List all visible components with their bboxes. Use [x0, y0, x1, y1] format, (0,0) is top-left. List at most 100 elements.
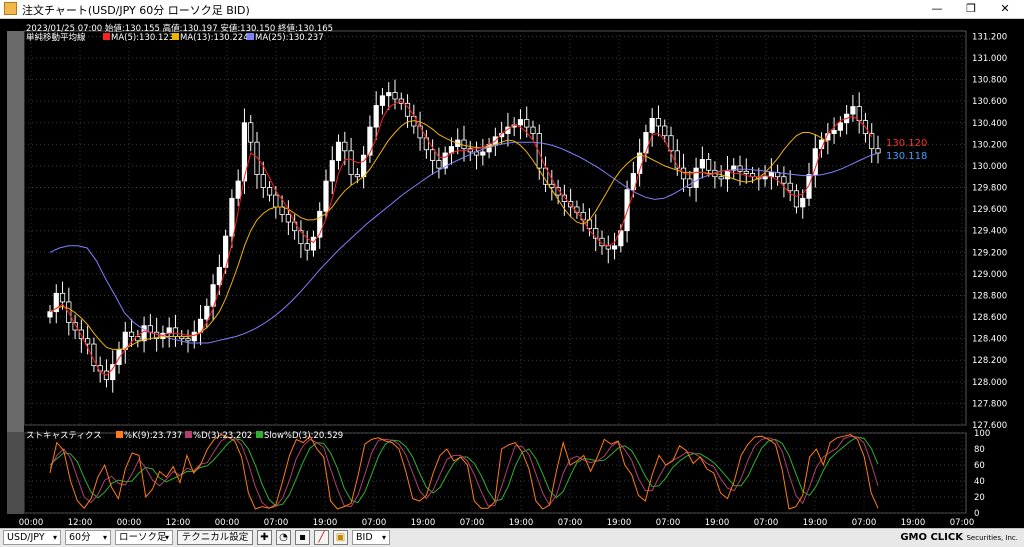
candle-body [856, 106, 862, 121]
timeframe-select[interactable]: 60分 ▾ [65, 530, 111, 545]
ma25-line [49, 141, 879, 344]
currency-pair-select[interactable]: USD/JPY ▾ [3, 530, 61, 545]
candle-body [699, 159, 705, 169]
time-tick-label: 07:00 [852, 518, 877, 526]
clock-icon[interactable]: ◔ [276, 530, 291, 545]
candle-body [166, 327, 172, 334]
timeframe-value: 60分 [69, 532, 91, 543]
window-titlebar: 注文チャート(USD/JPY 60分 ローソク足 BID) — ❐ ✕ [0, 0, 1024, 19]
candle-body [530, 126, 536, 134]
time-tick-label: 07:00 [362, 518, 387, 526]
crosshair-icon[interactable]: ✚ [257, 530, 272, 545]
restore-button[interactable]: ❐ [954, 0, 988, 18]
candle-body [461, 139, 467, 150]
candle-body [323, 180, 329, 212]
chevron-down-icon: ▾ [52, 533, 57, 542]
ma13-swatch [172, 33, 179, 40]
minimize-button[interactable]: — [920, 0, 954, 18]
candle-body [116, 349, 122, 365]
stoch-tick-label: 80 [974, 445, 985, 455]
time-tick-label: 07:00 [950, 518, 975, 526]
time-tick-label: 07:00 [264, 518, 289, 526]
candle-body [379, 95, 386, 106]
close-button[interactable]: ✕ [988, 0, 1022, 18]
price-tick-label: 129.400 [972, 227, 1007, 237]
candle-body [668, 135, 674, 152]
time-tick-label: 19:00 [803, 518, 828, 526]
time-tick-label: 00:00 [117, 518, 142, 526]
technical-settings-button[interactable]: テクニカル設定 [177, 530, 253, 545]
candle-body [329, 160, 335, 182]
chart-area[interactable]: 131.200 131.000 130.800 130.600 130.400 130.2… [0, 19, 1024, 528]
candle-body [348, 150, 354, 175]
price-tick-label: 128.600 [972, 313, 1007, 323]
candle-body [875, 148, 881, 154]
time-tick-label: 07:00 [754, 518, 779, 526]
candle-body [869, 133, 875, 150]
candle-body [373, 105, 379, 128]
candle-body [643, 132, 649, 154]
price-tick-label: 131.000 [972, 54, 1007, 64]
chart-canvas[interactable]: 131.200 131.000 130.800 130.600 130.400 130.2… [0, 19, 1024, 528]
time-tick-label: 07:00 [558, 518, 583, 526]
candle-body [128, 331, 135, 337]
candle-body [743, 170, 749, 174]
price-tick-label: 130.200 [972, 140, 1007, 150]
stoch-tick-label: 100 [974, 429, 990, 439]
candle-body [361, 154, 367, 178]
candle-body [235, 180, 241, 199]
candle-body [655, 118, 662, 127]
candle-body [185, 338, 191, 342]
candle-body [480, 151, 486, 156]
candle-body [524, 119, 530, 128]
candle-body [812, 148, 818, 175]
time-tick-label: 00:00 [19, 518, 44, 526]
candle-body [191, 331, 197, 342]
candle-body [141, 325, 147, 342]
candle-body [806, 174, 812, 199]
candle-body [706, 159, 712, 171]
candle-body [304, 243, 310, 251]
chart-type-select[interactable]: ローソク足 ▾ [115, 530, 173, 545]
time-tick-label: 19:00 [607, 518, 632, 526]
chart-type-value: ローソク足 [119, 532, 167, 543]
price-tick-label: 130.600 [972, 97, 1007, 107]
time-tick-label: 19:00 [313, 518, 338, 526]
candle-body [787, 182, 793, 192]
candle-body [781, 176, 787, 184]
comment-icon[interactable]: ▪ [295, 530, 310, 545]
time-tick-label: 12:00 [68, 518, 93, 526]
image-icon[interactable]: ▣ [333, 530, 348, 545]
stoch-scroll-handle[interactable] [7, 432, 24, 514]
candle-body [273, 194, 279, 208]
price-tick-label: 130.000 [972, 162, 1007, 172]
candle-body [837, 122, 843, 131]
candle-body [517, 119, 524, 126]
price-tick-label: 129.800 [972, 184, 1007, 194]
candle-body [367, 126, 373, 156]
price-tick-label: 128.000 [972, 378, 1007, 388]
time-tick-label: 07:00 [656, 518, 681, 526]
candle-body [342, 141, 348, 152]
stoch-tick-label: 20 [974, 493, 985, 503]
d-swatch [185, 431, 192, 438]
candle-body [85, 338, 91, 345]
ma25-legend: MA(25):130.237 [255, 33, 324, 43]
candle-body [831, 129, 837, 134]
candle-body [611, 245, 618, 250]
candle-body [430, 149, 436, 161]
trendline-icon[interactable]: ╱ [314, 530, 329, 545]
price-scroll-handle[interactable] [7, 31, 24, 445]
candle-body [204, 305, 210, 320]
k-legend: %K(9):23.737 [124, 431, 182, 441]
chevron-down-icon: ▾ [381, 533, 386, 542]
candle-body [693, 167, 699, 188]
ma13-legend: MA(13):130.224 [180, 33, 249, 43]
slowd-legend: Slow%D(3):20.529 [264, 431, 343, 441]
candle-body [718, 176, 724, 180]
price-tick-label: 129.200 [972, 248, 1007, 258]
candle-body [292, 221, 298, 232]
candle-body [216, 266, 222, 286]
chevron-down-icon: ▾ [102, 533, 107, 542]
price-side-select[interactable]: BID ▾ [352, 530, 390, 545]
